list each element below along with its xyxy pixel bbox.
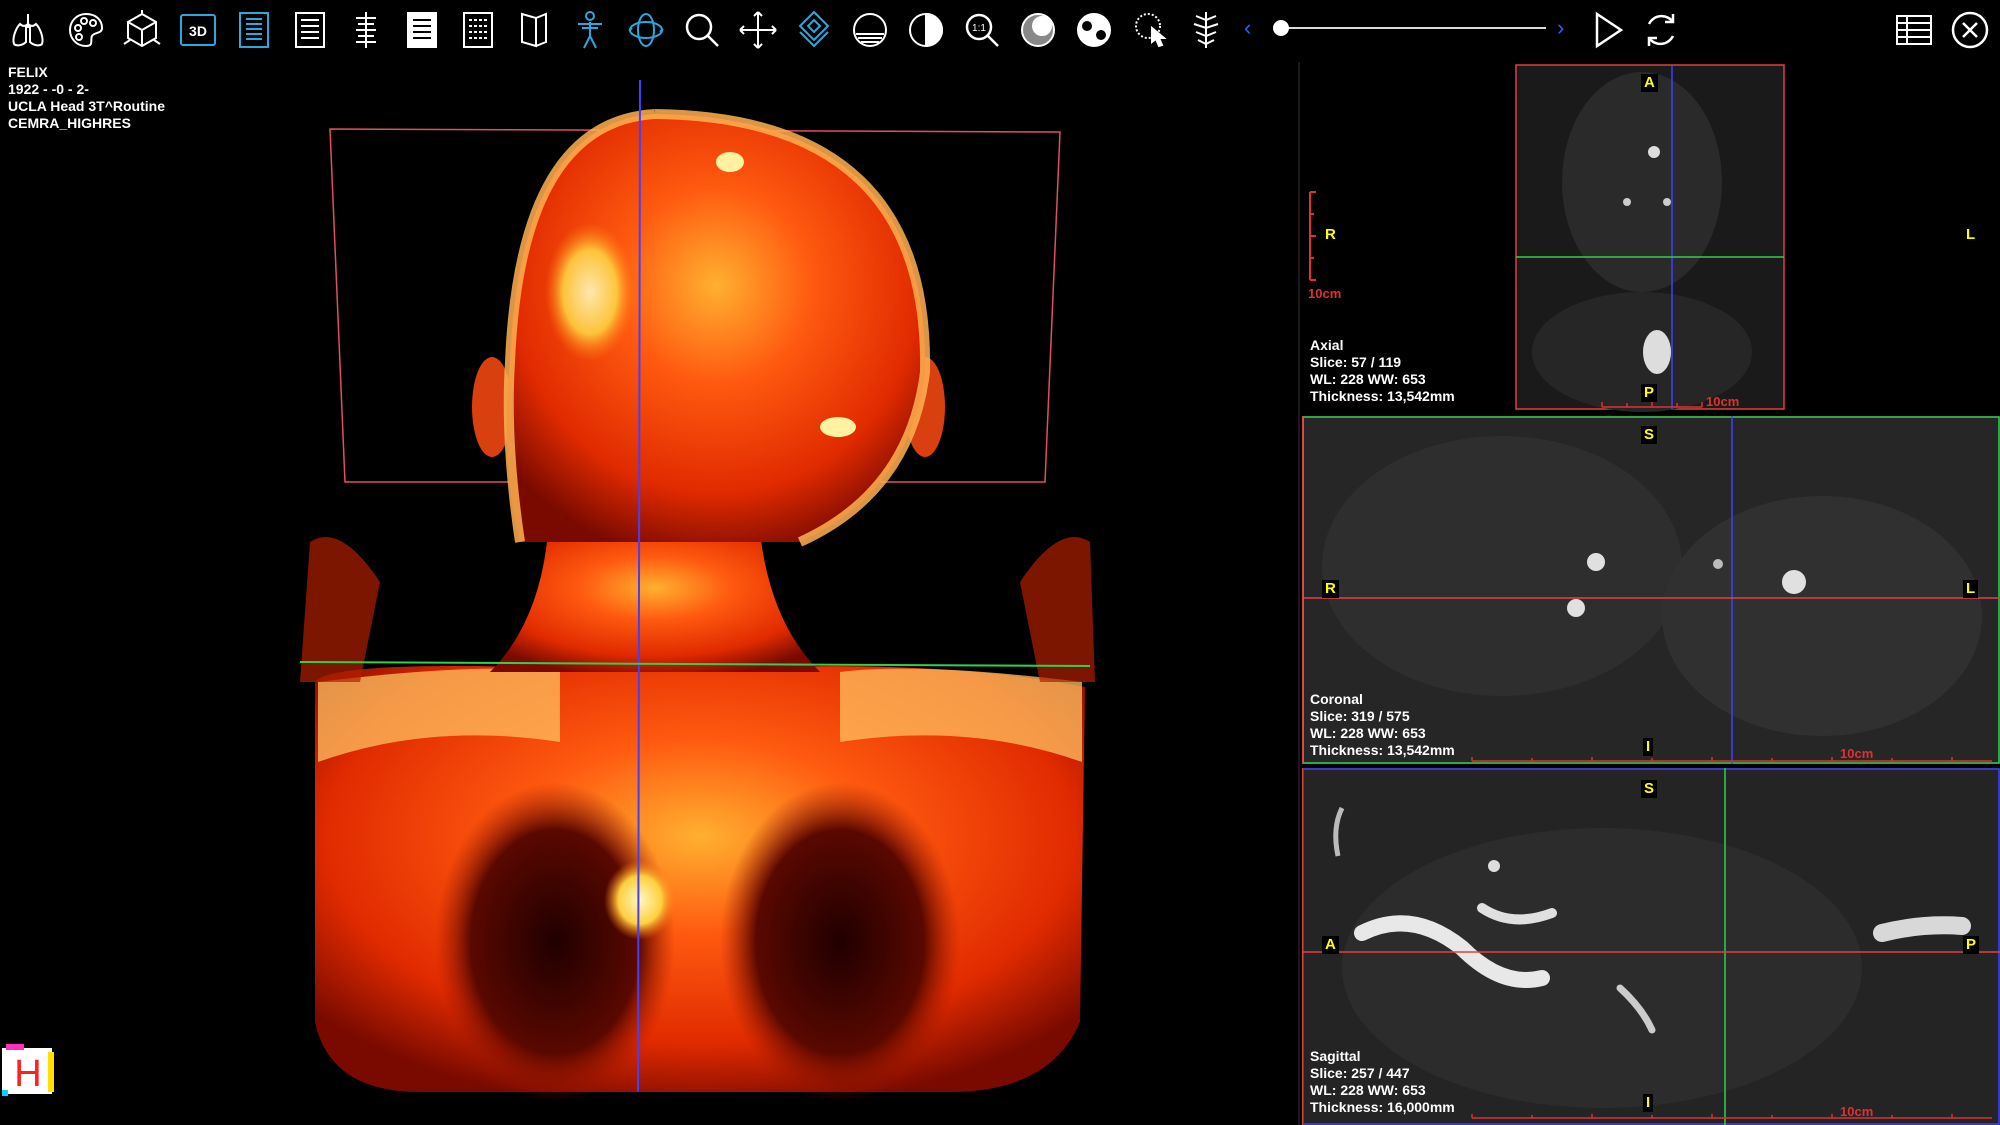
coronal-orientation-bottom: I bbox=[1643, 738, 1654, 756]
axial-wlww: WL: 228 WW: 653 bbox=[1310, 371, 1426, 387]
patient-name: FELIX bbox=[8, 64, 48, 80]
coronal-thickness: Thickness: 13,542mm bbox=[1310, 742, 1455, 758]
axial-orientation-top: A bbox=[1641, 74, 1658, 92]
slider-prev-button[interactable]: ‹ bbox=[1244, 16, 1251, 40]
sagittal-scale: 10cm bbox=[1840, 1104, 1874, 1119]
cube-icon[interactable] bbox=[118, 6, 166, 54]
svg-text:1:1: 1:1 bbox=[972, 23, 986, 34]
grid-layout-icon[interactable] bbox=[454, 6, 502, 54]
list-layout-icon[interactable] bbox=[286, 6, 334, 54]
coronal-wlww: WL: 228 WW: 653 bbox=[1310, 725, 1426, 741]
sagittal-name: Sagittal bbox=[1310, 1048, 1361, 1064]
frame-slider-handle[interactable] bbox=[1273, 20, 1289, 36]
series-description: CEMRA_HIGHRES bbox=[8, 115, 131, 131]
axial-name: Axial bbox=[1310, 337, 1344, 353]
coronal-orientation-top: S bbox=[1641, 426, 1658, 444]
svg-text:3D: 3D bbox=[189, 23, 207, 39]
axial-slice: Slice: 57 / 119 bbox=[1310, 354, 1402, 370]
axial-orientation-right: L bbox=[1963, 226, 1979, 244]
mpr-layout-icon[interactable] bbox=[230, 6, 278, 54]
axial-info-overlay: Axial Slice: 57 / 119 WL: 228 WW: 653 Th… bbox=[1310, 337, 1455, 405]
spine-icon[interactable] bbox=[342, 6, 390, 54]
sagittal-wlww: WL: 228 WW: 653 bbox=[1310, 1082, 1426, 1098]
close-icon[interactable] bbox=[1946, 6, 1994, 54]
window-level-icon[interactable] bbox=[846, 6, 894, 54]
sagittal-thickness: Thickness: 16,000mm bbox=[1310, 1099, 1455, 1115]
axial-scale-horizontal: 10cm bbox=[1706, 394, 1740, 409]
vertebrae-icon[interactable] bbox=[1182, 6, 1230, 54]
pan-icon[interactable] bbox=[734, 6, 782, 54]
frame-slider-track[interactable] bbox=[1278, 27, 1546, 29]
toolbar: 3D 1:1 ‹ › bbox=[0, 0, 2000, 62]
zoom-1to1-icon[interactable]: 1:1 bbox=[958, 6, 1006, 54]
sagittal-viewport[interactable]: S I A P 10cm Sagittal Slice: 257 / 447 W… bbox=[1302, 768, 2000, 1125]
coronal-orientation-left: R bbox=[1322, 580, 1339, 598]
3d-icon[interactable]: 3D bbox=[174, 6, 222, 54]
palette-icon[interactable] bbox=[62, 6, 110, 54]
invert-icon[interactable] bbox=[902, 6, 950, 54]
body-icon[interactable] bbox=[566, 6, 614, 54]
layers-icon[interactable] bbox=[790, 6, 838, 54]
panel-divider bbox=[1298, 62, 1300, 1125]
yin-yang-icon[interactable] bbox=[1070, 6, 1118, 54]
axial-scale-vertical: 10cm bbox=[1308, 286, 1342, 301]
patient-info-overlay: FELIX 1922 - -0 - 2- UCLA Head 3T^Routin… bbox=[8, 64, 165, 132]
axial-orientation-left: R bbox=[1322, 226, 1339, 244]
axial-viewport[interactable]: A P R L 10cm 10cm Axial Slice: 57 / 119 … bbox=[1302, 62, 2000, 412]
coronal-orientation-right: L bbox=[1963, 580, 1979, 598]
sagittal-orientation-top: S bbox=[1641, 780, 1658, 798]
slider-next-button[interactable]: › bbox=[1557, 16, 1564, 40]
coronal-name: Coronal bbox=[1310, 691, 1363, 707]
coronal-scale: 10cm bbox=[1840, 746, 1874, 761]
sagittal-orientation-right: P bbox=[1963, 936, 1980, 954]
study-description: UCLA Head 3T^Routine bbox=[8, 98, 165, 114]
lungs-icon[interactable] bbox=[4, 6, 52, 54]
sagittal-slice: Slice: 257 / 447 bbox=[1310, 1065, 1410, 1081]
reset-icon[interactable] bbox=[1637, 6, 1685, 54]
axial-orientation-bottom: P bbox=[1641, 384, 1658, 402]
volume-render-image bbox=[299, 79, 1095, 1102]
rotate-3d-icon[interactable] bbox=[622, 6, 670, 54]
volume-render-viewport[interactable]: FELIX 1922 - -0 - 2- UCLA Head 3T^Routin… bbox=[0, 62, 1298, 1125]
play-icon[interactable] bbox=[1583, 6, 1631, 54]
coronal-info-overlay: Coronal Slice: 319 / 575 WL: 228 WW: 653… bbox=[1310, 691, 1455, 759]
layout-menu-icon[interactable] bbox=[1890, 6, 1938, 54]
sagittal-orientation-left: A bbox=[1322, 936, 1339, 954]
app-logo: H bbox=[2, 1044, 54, 1096]
page-layout-icon[interactable] bbox=[398, 6, 446, 54]
axial-thickness: Thickness: 13,542mm bbox=[1310, 388, 1455, 404]
patient-dob: 1922 - -0 - 2- bbox=[8, 81, 89, 97]
svg-text:H: H bbox=[14, 1053, 41, 1095]
sagittal-info-overlay: Sagittal Slice: 257 / 447 WL: 228 WW: 65… bbox=[1310, 1048, 1455, 1116]
book-icon[interactable] bbox=[510, 6, 558, 54]
coronal-viewport[interactable]: S I R L 10cm Coronal Slice: 319 / 575 WL… bbox=[1302, 416, 2000, 764]
coronal-slice: Slice: 319 / 575 bbox=[1310, 708, 1410, 724]
contrast-icon[interactable] bbox=[1014, 6, 1062, 54]
sagittal-orientation-bottom: I bbox=[1643, 1094, 1654, 1112]
zoom-icon[interactable] bbox=[678, 6, 726, 54]
touch-icon[interactable] bbox=[1126, 6, 1174, 54]
